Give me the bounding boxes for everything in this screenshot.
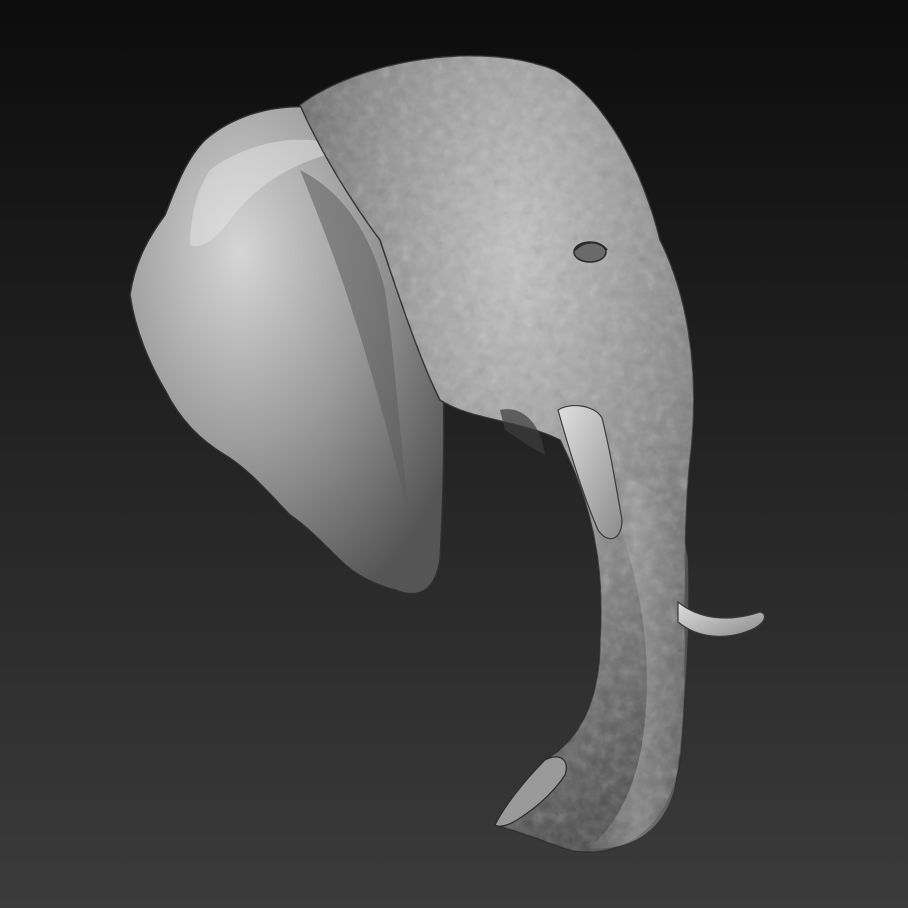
sculpt-render [0,0,908,908]
render-viewport [0,0,908,908]
elephant-eye [573,241,608,263]
